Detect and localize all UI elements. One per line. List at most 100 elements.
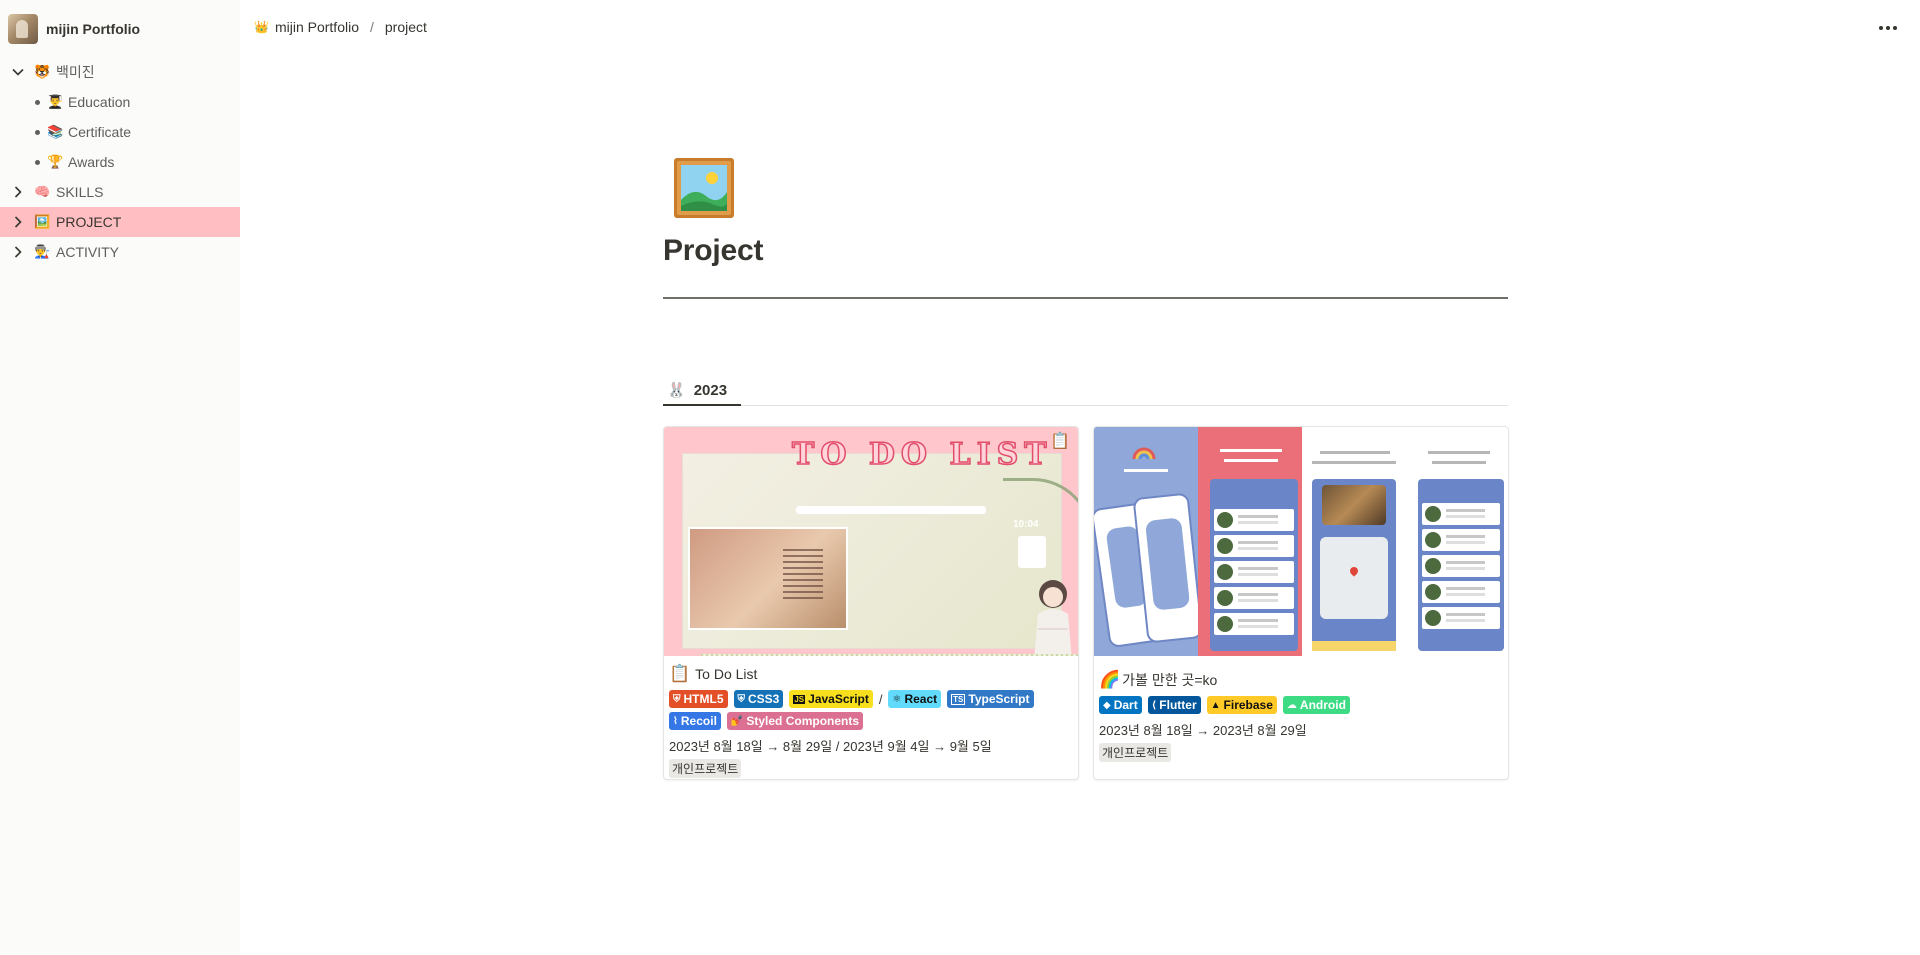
cover-list-row — [1214, 535, 1294, 557]
tag-label: JavaScript — [808, 692, 869, 706]
dot — [1879, 26, 1883, 30]
breadcrumb-separator: / — [369, 19, 374, 35]
chevron-right-icon[interactable] — [11, 245, 25, 259]
cover-caption-line — [1320, 451, 1390, 454]
topbar: 👑 mijin Portfolio / project — [240, 0, 1920, 58]
card-date: 2023년 8월 18일 → 2023년 8월 29일 — [1099, 723, 1307, 738]
sidebar-item-baekmijin[interactable]: 🐯 백미진 — [0, 57, 240, 87]
cover-list-row — [1214, 587, 1294, 609]
cover-list-row — [1422, 529, 1500, 551]
tag-javascript: JS JavaScript — [789, 690, 873, 708]
tag-label: Flutter — [1159, 698, 1197, 712]
tag-styled-components: 💅 Styled Components — [726, 712, 864, 730]
card-label-row: 개인프로젝트 — [1099, 743, 1503, 762]
cover-search-bar — [796, 506, 986, 514]
brain-icon: 🧠 — [34, 184, 51, 199]
html5-icon: ⛨ — [673, 693, 681, 705]
breadcrumb-page[interactable]: project — [385, 19, 427, 35]
tag-dart: ◆ Dart — [1099, 696, 1142, 714]
javascript-icon: JS — [793, 694, 806, 704]
dot — [1893, 26, 1897, 30]
chevron-down-icon[interactable] — [11, 65, 25, 79]
flutter-icon: ⟨ — [1151, 699, 1157, 711]
cover-caption-line — [1432, 461, 1486, 464]
factory-worker-icon: 👨‍🏭 — [34, 244, 51, 259]
cover-clock: 10:04 — [1013, 519, 1039, 530]
gallery-card-ko[interactable]: 🌈 가볼 만한 곳=ko ◆ Dart ⟨ Flutter ▲ Firebase ☁ A… — [1093, 426, 1509, 780]
cover-caption-line — [1312, 461, 1396, 464]
bullet-icon — [35, 160, 40, 165]
tech-tags-row-1: ◆ Dart ⟨ Flutter ▲ Firebase ☁ Android — [1099, 696, 1503, 714]
rainbow-logo-icon — [1132, 447, 1156, 460]
workspace-switcher[interactable]: mijin Portfolio — [8, 13, 232, 45]
sidebar-item-skills[interactable]: 🧠 SKILLS — [0, 177, 240, 207]
sidebar-item-certificate[interactable]: 📚 Certificate — [0, 117, 240, 147]
cover-map — [1320, 537, 1388, 619]
rainbow-icon: 🌈 — [1099, 670, 1121, 689]
breadcrumb-workspace[interactable]: mijin Portfolio — [275, 19, 359, 35]
sidebar-item-awards[interactable]: 🏆 Awards — [0, 147, 240, 177]
tab-2023[interactable]: 🐰 2023 — [663, 375, 731, 405]
crown-icon: 👑 — [254, 20, 269, 34]
card-cover: 10:04 TO DO LIST 📋 — [664, 427, 1078, 656]
cover-list-lines — [783, 549, 823, 599]
cover-caption-line — [1124, 469, 1168, 472]
more-options-button[interactable] — [1876, 18, 1900, 38]
cover-title-text: TO DO LIST — [791, 436, 1053, 473]
chevron-right-icon[interactable] — [11, 185, 25, 199]
gallery-card-todo[interactable]: 10:04 TO DO LIST 📋 📋 To Do List ⛨ HTML5 ⛨… — [663, 426, 1079, 780]
sidebar-item-education[interactable]: 👨‍🎓 Education — [0, 87, 240, 117]
sidebar: mijin Portfolio 🐯 백미진 👨‍🎓 Education 📚 Ce… — [0, 0, 240, 955]
framed-picture-icon: 🖼️ — [34, 214, 51, 229]
card-body: 📋 To Do List ⛨ HTML5 ⛨ CSS3 JS JavaScript /… — [664, 656, 1078, 778]
sidebar-item-label: Education — [68, 94, 131, 110]
tag-label: Styled Components — [746, 714, 860, 728]
sidebar-item-label: Awards — [68, 154, 115, 170]
tech-tags-row-1: ⛨ HTML5 ⛨ CSS3 JS JavaScript / ⚛ React TS Typ… — [669, 690, 1073, 708]
sidebar-item-project[interactable]: 🖼️ PROJECT — [0, 207, 240, 237]
cover-list-row — [1214, 613, 1294, 635]
project-type-chip: 개인프로젝트 — [669, 759, 742, 778]
cover-footer — [1312, 641, 1396, 651]
tab-label: 2023 — [693, 381, 728, 399]
sidebar-item-label: ACTIVITY — [56, 244, 120, 260]
tag-typescript: TS TypeScript — [947, 690, 1034, 708]
cover-caption-line — [1224, 459, 1278, 462]
card-date: 2023년 8월 18일 → 8월 29일 / 2023년 9월 4일 → 9월… — [669, 739, 992, 754]
cover-list-row — [1422, 607, 1500, 629]
girl-illustration — [1034, 580, 1072, 656]
card-body: 🌈 가볼 만한 곳=ko ◆ Dart ⟨ Flutter ▲ Firebase ☁ A… — [1094, 656, 1508, 762]
cover-list — [1418, 479, 1504, 651]
cover-list-row — [1422, 555, 1500, 577]
cover-detail-screen — [1312, 479, 1396, 651]
sidebar-item-activity[interactable]: 👨‍🏭 ACTIVITY — [0, 237, 240, 267]
tag-label: Recoil — [680, 714, 717, 728]
trophy-icon: 🏆 — [47, 154, 64, 169]
cover-inner-window — [688, 527, 848, 630]
tiger-icon: 🐯 — [34, 64, 51, 79]
cover-list — [1210, 479, 1298, 651]
framed-picture-icon[interactable] — [672, 156, 736, 220]
cover-panel-2 — [1198, 427, 1302, 656]
tag-label: TypeScript — [968, 692, 1030, 706]
sidebar-item-label: 백미진 — [56, 64, 95, 80]
card-title: 📋 To Do List — [669, 664, 1073, 684]
tab-divider — [663, 405, 1508, 406]
cover-caption-line — [1428, 451, 1490, 454]
tag-label: Firebase — [1223, 698, 1273, 712]
cover-panel-1 — [1094, 427, 1204, 656]
tag-flutter: ⟨ Flutter — [1147, 696, 1201, 714]
cover-screenshot: 10:04 — [682, 453, 1078, 656]
react-icon: ⚛ — [892, 693, 902, 705]
tag-firebase: ▲ Firebase — [1206, 696, 1277, 714]
chevron-right-icon[interactable] — [11, 215, 25, 229]
styled-components-icon: 💅 — [730, 715, 744, 727]
card-title-text: To Do List — [695, 666, 758, 682]
cover-caption-line — [1220, 449, 1282, 452]
rabbit-icon: 🐰 — [667, 382, 686, 399]
dot — [1886, 26, 1890, 30]
workspace-name: mijin Portfolio — [46, 21, 141, 37]
firebase-icon: ▲ — [1210, 699, 1221, 711]
css3-icon: ⛨ — [737, 693, 746, 705]
tag-label: Android — [1299, 698, 1346, 712]
